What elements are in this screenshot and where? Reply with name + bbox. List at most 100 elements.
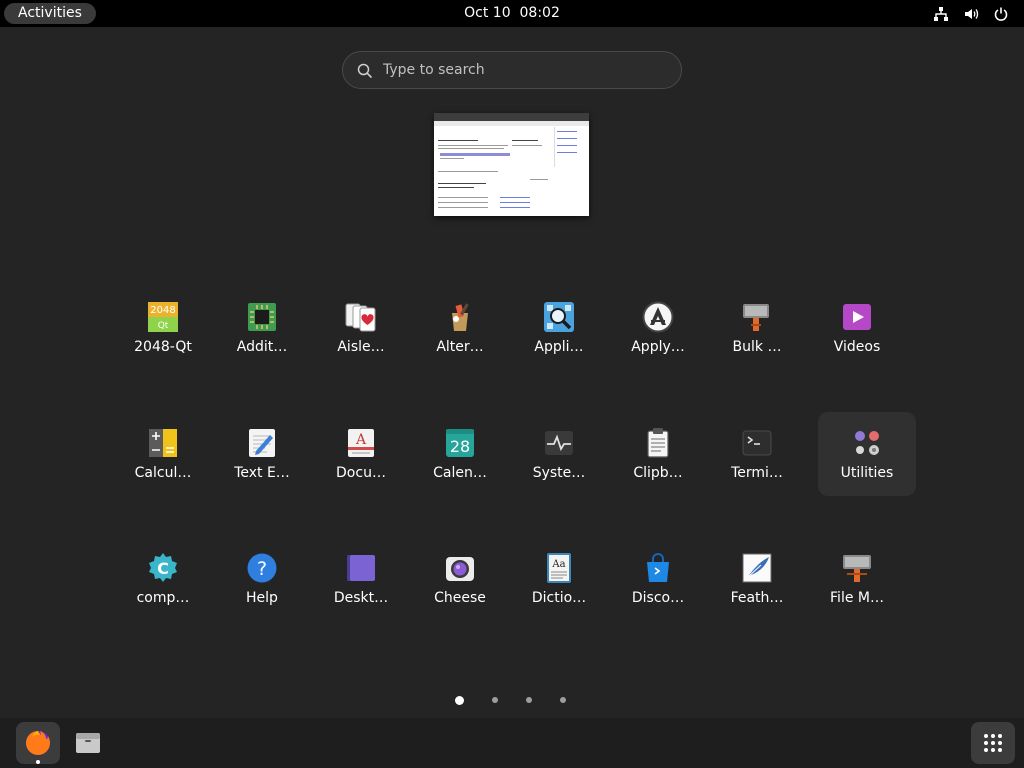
desktop-icon xyxy=(347,555,375,581)
app-clipboard[interactable]: Clipb… xyxy=(609,412,707,496)
app-label: Alter… xyxy=(436,339,484,355)
app-dictionary[interactable]: Aa Dictio… xyxy=(510,537,608,621)
app-label: Feath… xyxy=(730,590,784,606)
firefox-icon xyxy=(26,731,50,755)
show-apps-button[interactable] xyxy=(971,722,1015,764)
running-indicator xyxy=(36,760,40,764)
app-bulk-rename[interactable]: Bulk … xyxy=(708,286,806,370)
volume-icon[interactable] xyxy=(962,5,980,23)
page-dot-1[interactable] xyxy=(455,696,464,705)
text-editor-icon xyxy=(249,429,275,457)
dictionary-icon: Aa xyxy=(547,553,571,583)
app-label: File M… xyxy=(830,590,884,606)
app-feather[interactable]: Feath… xyxy=(708,537,806,621)
app-text-editor[interactable]: Text E… xyxy=(213,412,311,496)
app-help[interactable]: ? Help xyxy=(213,537,311,621)
app-label: Text E… xyxy=(234,465,290,481)
dock-item-files[interactable] xyxy=(66,722,110,764)
svg-text:Qt: Qt xyxy=(158,321,169,331)
2048-icon: 2048 Qt xyxy=(148,302,178,332)
app-label: Clipb… xyxy=(633,465,683,481)
power-icon[interactable] xyxy=(992,5,1010,23)
calendar-icon: 28 xyxy=(446,429,474,457)
file-manager-icon xyxy=(843,555,871,582)
app-label: Termi… xyxy=(731,465,783,481)
system-tray[interactable] xyxy=(932,4,1010,23)
app-desktop[interactable]: Deskt… xyxy=(312,537,410,621)
dock xyxy=(0,718,1024,768)
svg-text:Aa: Aa xyxy=(551,559,565,570)
clock-label[interactable]: Oct 10 08:02 xyxy=(464,5,560,21)
page-dot-3[interactable] xyxy=(526,697,532,703)
utilities-folder-icon xyxy=(855,431,879,455)
app-grid: 2048 Qt 2048-Qt Addit… Aisle… Alter… App… xyxy=(113,286,916,666)
app-additional-drivers[interactable]: Addit… xyxy=(213,286,311,370)
network-icon[interactable] xyxy=(932,5,950,23)
app-aisleriot[interactable]: Aisle… xyxy=(312,286,410,370)
cheese-icon xyxy=(446,557,474,581)
clipboard-icon xyxy=(647,428,669,458)
app-alternatives[interactable]: Alter… xyxy=(411,286,509,370)
app-label: Utilities xyxy=(840,465,894,481)
page-dot-4[interactable] xyxy=(560,697,566,703)
terminal-icon xyxy=(742,430,772,456)
app-calculator[interactable]: Calcul… xyxy=(114,412,212,496)
app-application-finder[interactable]: Appli… xyxy=(510,286,608,370)
app-label: Help xyxy=(246,590,278,606)
search-input[interactable] xyxy=(383,52,663,88)
app-label: Disco… xyxy=(631,590,685,606)
system-monitor-icon xyxy=(545,431,573,455)
app-label: comp… xyxy=(136,590,190,606)
alternatives-icon xyxy=(452,303,469,331)
help-icon: ? xyxy=(247,553,277,583)
app-search-icon xyxy=(544,302,574,332)
app-label: Docu… xyxy=(336,465,386,481)
app-2048-qt[interactable]: 2048 Qt 2048-Qt xyxy=(114,286,212,370)
compiz-icon: C xyxy=(149,553,177,582)
feather-icon xyxy=(742,553,772,583)
app-label: Dictio… xyxy=(531,590,587,606)
app-label: Syste… xyxy=(532,465,586,481)
app-label: Calen… xyxy=(433,465,487,481)
app-label: 2048-Qt xyxy=(134,339,192,355)
app-label: Appli… xyxy=(534,339,584,355)
app-label: Addit… xyxy=(236,339,288,355)
app-folder-utilities[interactable]: Utilities xyxy=(818,412,916,496)
calculator-icon xyxy=(149,429,177,457)
app-label: Deskt… xyxy=(333,590,389,606)
discover-icon xyxy=(647,553,669,582)
app-videos[interactable]: Videos xyxy=(808,286,906,370)
app-label: Cheese xyxy=(434,590,486,606)
search-icon xyxy=(357,63,373,79)
dock-item-firefox[interactable] xyxy=(16,722,60,764)
svg-text:?: ? xyxy=(257,558,267,580)
svg-text:2048: 2048 xyxy=(150,305,175,316)
app-compiz[interactable]: C comp… xyxy=(114,537,212,621)
app-document-viewer[interactable]: A Docu… xyxy=(312,412,410,496)
cards-icon xyxy=(345,303,376,332)
top-bar: Activities Oct 10 08:02 xyxy=(0,0,1024,27)
app-discover[interactable]: Disco… xyxy=(609,537,707,621)
app-terminal[interactable]: Termi… xyxy=(708,412,806,496)
additional-drivers-icon xyxy=(248,303,276,331)
activities-button[interactable]: Activities xyxy=(4,3,96,24)
app-label: Bulk … xyxy=(732,339,782,355)
app-grid-icon xyxy=(984,734,1002,752)
svg-text:A: A xyxy=(355,432,367,448)
app-cheese[interactable]: Cheese xyxy=(411,537,509,621)
app-label: Apply… xyxy=(631,339,685,355)
page-dot-2[interactable] xyxy=(492,697,498,703)
app-label: Videos xyxy=(833,339,881,355)
app-apply-patch[interactable]: Apply… xyxy=(609,286,707,370)
search-box[interactable] xyxy=(342,51,682,89)
videos-icon xyxy=(843,304,871,330)
app-system-monitor[interactable]: Syste… xyxy=(510,412,608,496)
svg-text:28: 28 xyxy=(450,437,470,456)
page-indicator xyxy=(449,693,575,709)
app-label: Aisle… xyxy=(337,339,385,355)
bulk-rename-icon xyxy=(743,304,769,331)
app-calendar[interactable]: 28 Calen… xyxy=(411,412,509,496)
window-thumbnail[interactable] xyxy=(434,113,589,216)
apply-icon xyxy=(642,301,674,333)
app-file-manager[interactable]: File M… xyxy=(808,537,906,621)
